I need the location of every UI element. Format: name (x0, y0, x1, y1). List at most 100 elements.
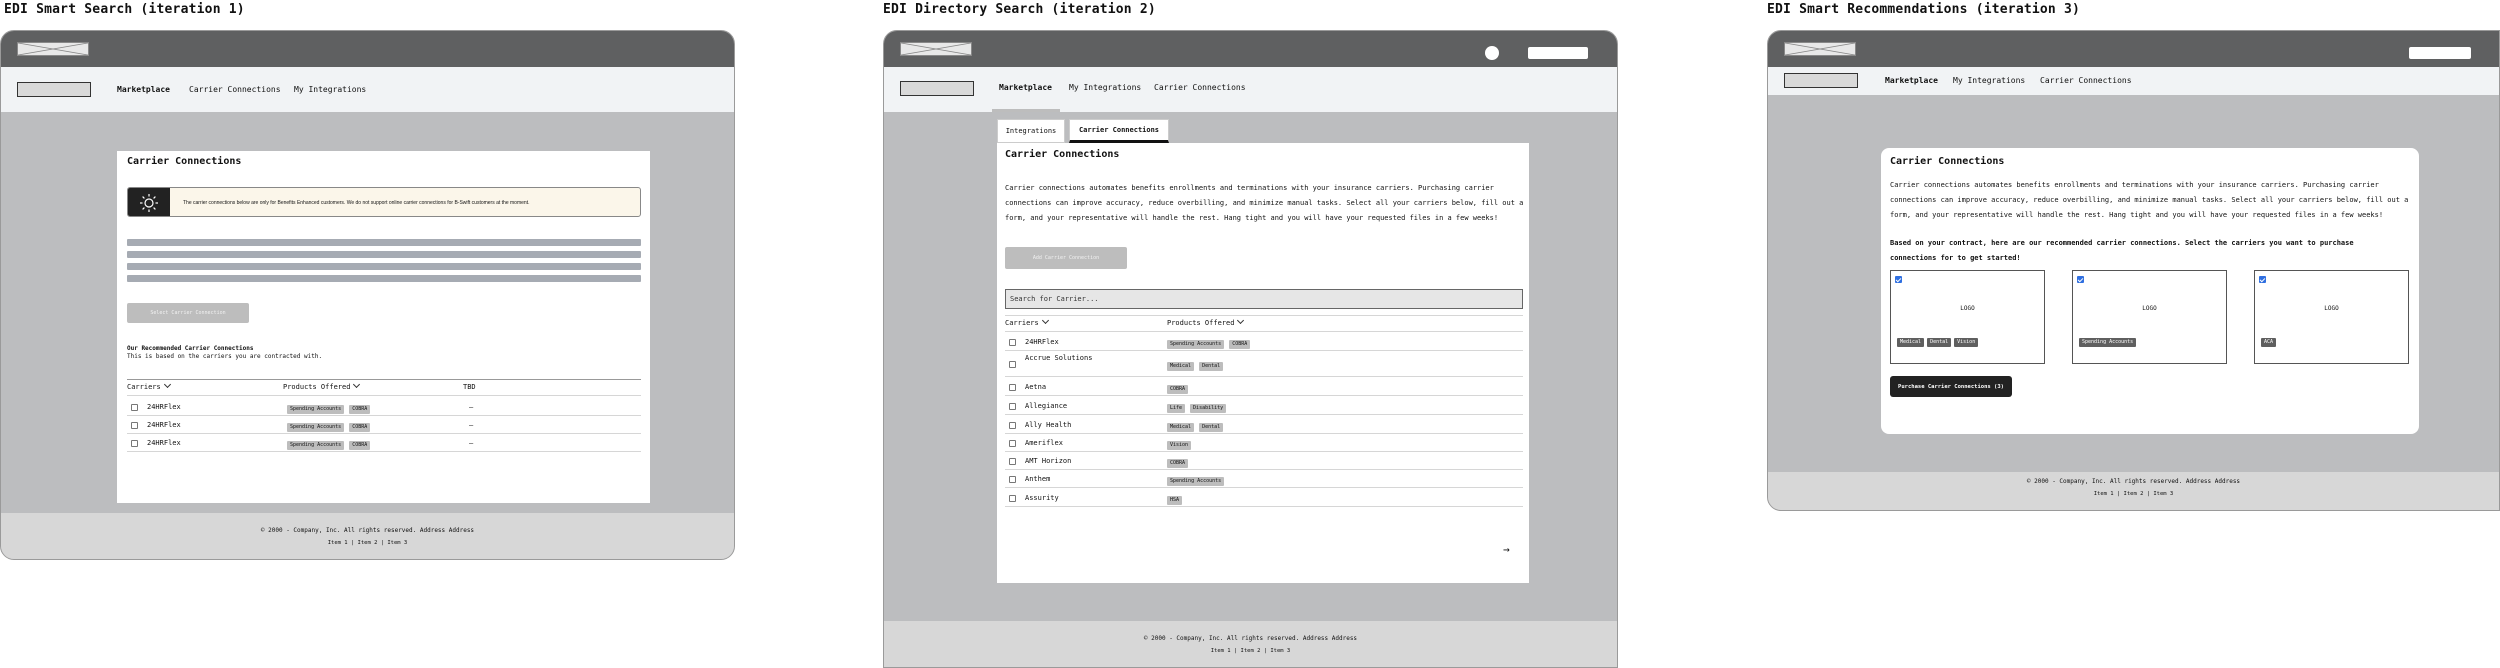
column-header-carriers[interactable]: Carriers (1005, 316, 1049, 327)
carrier-logo: LOGO (1960, 305, 1975, 312)
divider (1005, 433, 1523, 434)
top-bar (1, 31, 734, 67)
footer-links[interactable]: Item 1 | Item 2 | Item 3 (884, 648, 1617, 654)
divider (127, 433, 641, 434)
product-tags: Spending Accounts COBRA (287, 404, 375, 414)
chevron-down-icon (1237, 316, 1245, 325)
chevron-down-icon (163, 380, 171, 389)
avatar[interactable] (1485, 46, 1499, 60)
carrier-connections-card: Carrier Connections Carrier connections … (997, 143, 1529, 583)
divider (1005, 315, 1523, 316)
row-checkbox[interactable] (1009, 384, 1016, 391)
column-header-products[interactable]: Products Offered (283, 380, 361, 391)
carrier-name: AMT Horizon (1025, 457, 1072, 465)
card-description: Carrier connections automates benefits e… (1005, 184, 1524, 222)
row-checkbox[interactable] (1009, 361, 1016, 368)
active-nav-indicator (992, 109, 1060, 112)
footer-copyright: © 2000 - Company, Inc. All rights reserv… (1143, 635, 1358, 642)
nav-search-box[interactable] (900, 81, 974, 96)
logo-placeholder-icon (1784, 42, 1856, 56)
top-bar (884, 31, 1617, 67)
frame-2-title: EDI Directory Search (iteration 2) (883, 2, 1156, 17)
nav-item-my-integrations[interactable]: My Integrations (1069, 83, 1141, 92)
next-page-arrow-icon[interactable]: → (1503, 543, 1510, 556)
carrier-name: Accrue Solutions (1025, 354, 1093, 362)
footer-copyright: © 2000 - Company, Inc. All rights reserv… (2026, 478, 2241, 485)
account-menu-placeholder[interactable] (2409, 47, 2471, 59)
carrier-name: 24HRFlex (147, 403, 181, 411)
nav-item-marketplace[interactable]: Marketplace (117, 85, 170, 94)
tbd-value: — (469, 403, 474, 411)
column-header-tbd: TBD (463, 383, 476, 391)
product-tags: COBRA (1167, 384, 1193, 394)
product-tags: Medical Dental (1167, 422, 1228, 432)
carrier-name: 24HRFlex (1025, 338, 1059, 346)
row-checkbox[interactable] (131, 404, 138, 411)
nav-item-carrier-connections[interactable]: Carrier Connections (189, 85, 281, 94)
row-checkbox[interactable] (131, 422, 138, 429)
card-title: Carrier Connections (1890, 156, 2005, 167)
product-tags: Medical Dental (1167, 361, 1228, 371)
nav-item-marketplace[interactable]: Marketplace (1885, 76, 1938, 85)
carrier-name: Aetna (1025, 383, 1047, 391)
recommended-carrier-card[interactable]: LOGO ACA (2254, 270, 2409, 364)
carrier-checkbox[interactable] (1895, 276, 1902, 283)
product-tags: Vision (1167, 440, 1196, 450)
product-tags: Spending Accounts (2079, 328, 2139, 347)
row-checkbox[interactable] (1009, 495, 1016, 502)
carrier-checkbox[interactable] (2077, 276, 2084, 283)
select-carrier-connection-button[interactable]: Select Carrier Connection (127, 303, 249, 323)
footer-links[interactable]: Item 1 | Item 2 | Item 3 (1, 540, 734, 546)
divider (1005, 469, 1523, 470)
tab-carrier-connections[interactable]: Carrier Connections (1069, 119, 1169, 143)
row-checkbox[interactable] (1009, 422, 1016, 429)
divider (1005, 487, 1523, 488)
account-menu-placeholder[interactable] (1528, 47, 1588, 59)
frame-3-device: Marketplace My Integrations Carrier Conn… (1767, 30, 2500, 511)
nav-search-box[interactable] (1784, 73, 1858, 88)
footer: © 2000 - Company, Inc. All rights reserv… (1768, 472, 2499, 510)
skeleton-bar (127, 251, 641, 258)
card-title: Carrier Connections (1005, 149, 1120, 160)
nav-item-carrier-connections[interactable]: Carrier Connections (2040, 76, 2132, 85)
chevron-down-icon (1041, 316, 1049, 325)
column-header-carriers[interactable]: Carriers (127, 380, 171, 391)
footer-links[interactable]: Item 1 | Item 2 | Item 3 (1768, 491, 2499, 497)
product-tags: HSA (1167, 495, 1187, 505)
tbd-value: — (469, 439, 474, 447)
divider (1005, 506, 1523, 507)
nav-item-carrier-connections[interactable]: Carrier Connections (1154, 83, 1246, 92)
add-carrier-connection-button[interactable]: Add Carrier Connection (1005, 247, 1127, 269)
skeleton-bar (127, 239, 641, 246)
product-tags: Spending Accounts COBRA (287, 422, 375, 432)
recommended-carrier-card[interactable]: LOGO Spending Accounts (2072, 270, 2227, 364)
purchase-carrier-connections-button[interactable]: Purchase Carrier Connections (3) (1890, 376, 2012, 397)
nav-item-marketplace[interactable]: Marketplace (999, 83, 1052, 92)
nav-item-my-integrations[interactable]: My Integrations (294, 85, 366, 94)
row-checkbox[interactable] (131, 440, 138, 447)
tab-integrations[interactable]: Integrations (997, 119, 1065, 143)
recommended-carrier-card[interactable]: LOGO Medical Dental Vision (1890, 270, 2045, 364)
skeleton-bar (127, 275, 641, 282)
carrier-connections-card: Carrier Connections The carrier connecti… (117, 151, 650, 503)
logo-placeholder-icon (17, 42, 89, 56)
column-header-products[interactable]: Products Offered (1167, 316, 1245, 327)
nav-item-my-integrations[interactable]: My Integrations (1953, 76, 2025, 85)
sun-icon (128, 188, 170, 216)
carrier-checkbox[interactable] (2259, 276, 2266, 283)
divider (1005, 395, 1523, 396)
carrier-name: Allegiance (1025, 402, 1068, 410)
row-checkbox[interactable] (1009, 476, 1016, 483)
logo-placeholder-icon (900, 42, 972, 56)
nav-search-box[interactable] (17, 82, 91, 97)
info-alert: The carrier connections below are only f… (127, 187, 641, 217)
carrier-search-input[interactable]: Search for Carrier... (1005, 289, 1523, 309)
row-checkbox[interactable] (1009, 458, 1016, 465)
carrier-logo: LOGO (2324, 305, 2339, 312)
divider (1005, 350, 1523, 351)
frame-3-title: EDI Smart Recommendations (iteration 3) (1767, 2, 2081, 17)
recommended-heading: Our Recommended Carrier Connections (127, 345, 254, 352)
row-checkbox[interactable] (1009, 440, 1016, 447)
row-checkbox[interactable] (1009, 339, 1016, 346)
row-checkbox[interactable] (1009, 403, 1016, 410)
